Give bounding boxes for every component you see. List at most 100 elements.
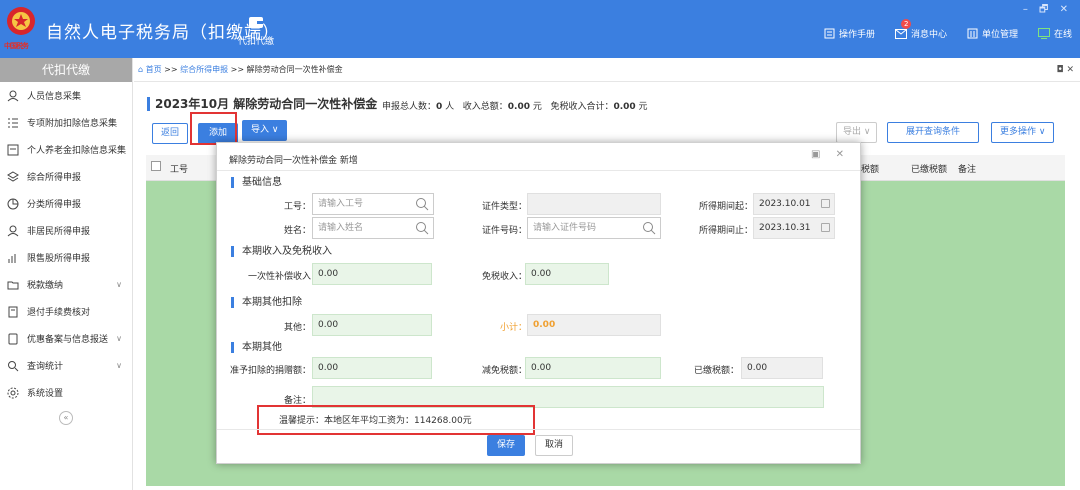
reduction-input[interactable]: 0.00 [525,357,661,379]
income-unit: 元 [529,102,542,112]
window-controls[interactable]: – 🗗 ✕ [1023,2,1072,19]
top-bar: 中国税务 自然人电子税务局（扣缴端） 代扣代缴 – 🗗 ✕ 操作手册 2 消息中… [0,0,1080,58]
collapse-sidebar-button[interactable]: « [59,411,73,425]
col-paid: 已缴税额 [911,165,948,175]
page-title: 2023年10月 解除劳动合同一次性补偿金 [147,97,377,111]
modal-title: 解除劳动合同一次性补偿金 新增 [229,156,358,166]
declaration-summary: 申报总人数：0 人 收入总额：0.00 元 免税收入合计：0.00 元 [382,99,648,112]
sidebar-item-2[interactable]: 个人养老金扣除信息采集 [0,136,132,163]
exempt-total-unit: 元 [635,102,648,112]
section-other: 本期其他 [231,342,282,353]
sidebar-item-label: 分类所得申报 [27,200,82,210]
emblem-text: 中国税务 [4,42,29,50]
expand-query-button[interactable]: 展开查询条件 [887,122,980,143]
tab-close-controls[interactable]: ◘ ✕ [1056,58,1074,82]
modal-window-controls[interactable]: ▣ ✕ [811,149,850,160]
exempt-input[interactable]: 0.00 [525,263,609,285]
cert-type-label: 证件类型： [481,202,527,212]
export-button[interactable]: 导出 ∨ [836,122,878,143]
top-right-menu: 操作手册 2 消息中心 单位管理 在线 [824,19,1072,40]
id-input[interactable]: 请输入工号 [312,193,434,215]
sidebar-item-9[interactable]: 优惠备案与信息报送 ∨ [0,325,132,352]
income-value: 0.00 [507,102,530,112]
message-label: 消息中心 [910,30,947,40]
paid-input[interactable]: 0.00 [741,357,823,379]
sidebar-item-label: 税款缴纳 [27,281,64,291]
online-status[interactable]: 在线 [1037,27,1072,40]
book-icon [824,28,835,39]
chevron-down-icon: ∨ [116,334,122,343]
card-icon [7,144,19,155]
cert-type-select[interactable] [527,193,661,215]
cert-no-label: 证件号码： [481,226,527,236]
import-button[interactable]: 导入 ∨ [242,120,288,141]
add-button-highlight [190,112,237,145]
donation-input[interactable]: 0.00 [312,357,432,379]
message-center-link[interactable]: 2 消息中心 [894,19,947,40]
sidebar-item-7[interactable]: 税款缴纳 ∨ [0,271,132,298]
period-end-value: 2023.10.31 [759,223,811,233]
exempt-label: 免税收入： [481,272,527,282]
section-basic: 基础信息 [231,177,282,188]
other-label: 其他： [283,323,311,333]
cert-no-input[interactable]: 请输入证件号码 [527,217,661,239]
count-label: 申报总人数： [382,102,437,112]
sidebar-item-5[interactable]: 非居民所得申报 [0,217,132,244]
chevron-down-icon: ∨ [116,361,122,370]
breadcrumb: ⌂ 首页 >> 综合所得申报 >> 解除劳动合同一次性补偿金 ◘ ✕ [134,58,1080,82]
sidebar-item-label: 专项附加扣除信息采集 [27,119,118,129]
sidebar-item-10[interactable]: 查询统计 ∨ [0,352,132,379]
period-start-input[interactable]: 2023.10.01 [753,193,835,215]
unit-management-link[interactable]: 单位管理 [967,27,1018,40]
sidebar-item-3[interactable]: 综合所得申报 [0,163,132,190]
sidebar-menu: 人员信息采集专项附加扣除信息采集 个人养老金扣除信息采集综合所得申报分类所得申报非… [0,82,132,406]
cancel-button[interactable]: 取消 [535,435,574,456]
save-button[interactable]: 保存 [487,435,526,456]
id-placeholder: 请输入工号 [318,199,364,209]
period-end-input[interactable]: 2023.10.31 [753,217,835,239]
subtotal-value: 0.00 [527,314,661,336]
list-icon [8,118,18,127]
breadcrumb-home[interactable]: 首页 [146,65,162,74]
sidebar-item-label: 系统设置 [27,389,64,399]
sidebar-item-label: 退付手续费核对 [27,308,91,318]
sidebar-item-1[interactable]: 专项附加扣除信息采集 [0,109,132,136]
user-icon [7,225,19,236]
sidebar-item-11[interactable]: 系统设置 [0,379,132,406]
name-input[interactable]: 请输入姓名 [312,217,434,239]
sidebar-item-6[interactable]: 限售股所得申报 [0,244,132,271]
col-note: 备注 [958,165,977,175]
search-icon[interactable] [415,197,429,211]
sidebar-item-0[interactable]: 人员信息采集 [0,82,132,109]
add-modal: 解除劳动合同一次性补偿金 新增 ▣ ✕ 基础信息 工号： 请输入工号 证件类型：… [216,142,861,464]
sidebar-item-label: 非居民所得申报 [27,227,91,237]
section-other-deduction: 本期其他扣除 [231,297,302,308]
breadcrumb-sep: >> [164,65,178,74]
sidebar-item-8[interactable]: 退付手续费核对 [0,298,132,325]
topnav-withholding[interactable]: 代扣代缴 [234,14,278,47]
chevron-down-icon: ∨ [116,280,122,289]
breadcrumb-sep: >> [230,65,245,74]
search-icon[interactable] [415,221,429,235]
paid-label: 已缴税额： [693,366,739,376]
calendar-icon[interactable] [821,223,830,232]
select-all-checkbox[interactable] [151,161,161,171]
sidebar-item-label: 个人养老金扣除信息采集 [27,146,127,156]
sidebar-item-label: 优惠备案与信息报送 [27,335,109,345]
wallet-icon [249,17,263,28]
other-input[interactable]: 0.00 [312,314,432,336]
tax-emblem-icon [7,7,35,35]
sidebar-item-label: 人员信息采集 [27,92,82,102]
cert-no-placeholder: 请输入证件号码 [533,223,597,233]
manual-link[interactable]: 操作手册 [824,27,875,40]
comp-input[interactable]: 0.00 [312,263,432,285]
sidebar-item-4[interactable]: 分类所得申报 [0,190,132,217]
more-actions-button[interactable]: 更多操作 ∨ [991,122,1055,143]
query-icon [8,360,19,371]
id-label: 工号： [283,202,311,212]
exempt-total-label: 免税收入合计： [550,102,614,112]
calendar-icon[interactable] [821,199,830,208]
search-icon[interactable] [642,221,656,235]
back-button[interactable]: 返回 [152,123,189,144]
breadcrumb-mid[interactable]: 综合所得申报 [180,65,228,74]
